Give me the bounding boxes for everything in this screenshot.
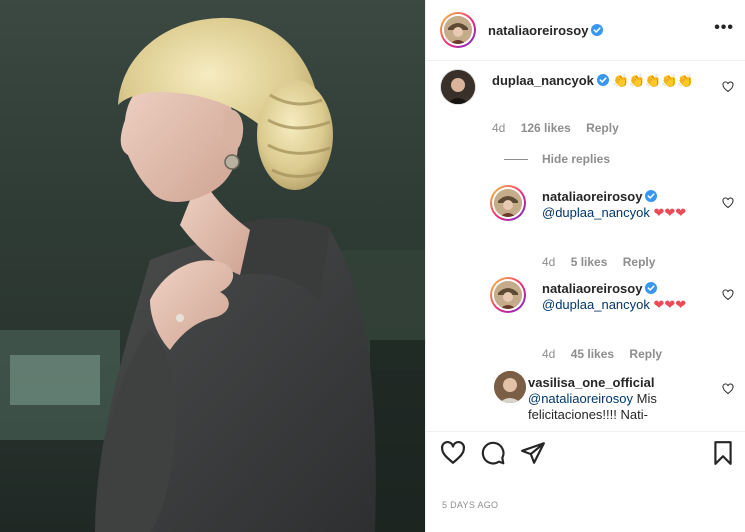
verified-badge-icon xyxy=(645,190,658,202)
comment-likes[interactable]: 126 likes xyxy=(521,121,571,135)
commenter-avatar[interactable] xyxy=(490,277,526,313)
reply-button[interactable]: Reply xyxy=(586,121,619,135)
divider-line xyxy=(504,158,528,160)
post-photo[interactable] xyxy=(0,0,425,532)
commenter-avatar-image xyxy=(494,371,526,403)
comment-username[interactable]: vasilisa_one_official xyxy=(528,375,654,390)
post-timestamp[interactable]: 5 DAYS AGO xyxy=(442,500,498,510)
more-options-button[interactable]: ••• xyxy=(714,20,734,36)
reply-button[interactable]: Reply xyxy=(623,255,656,269)
verified-badge-icon xyxy=(596,74,609,86)
owner-username-text[interactable]: nataliaoreirosoy xyxy=(488,23,588,38)
comment-mention[interactable]: @duplaa_nancyok xyxy=(542,297,650,312)
comment-mention[interactable]: @nataliaoreirosoy xyxy=(528,391,633,406)
commenter-avatar[interactable] xyxy=(494,371,526,403)
comment-age: 4d xyxy=(492,121,506,135)
comment-meta: 4d 5 likes Reply xyxy=(542,255,667,269)
comment-likes[interactable]: 45 likes xyxy=(571,347,614,361)
send-icon[interactable] xyxy=(520,440,546,466)
post-side-panel: nataliaoreirosoy ••• duplaa_nancyok 👏👏👏👏… xyxy=(425,0,745,532)
owner-avatar-image xyxy=(444,16,472,44)
commenter-avatar[interactable] xyxy=(490,185,526,221)
comment-username[interactable]: duplaa_nancyok xyxy=(492,73,594,88)
comment-age: 4d xyxy=(542,255,556,269)
verified-badge-icon xyxy=(645,282,658,294)
heart-icon[interactable] xyxy=(440,440,466,466)
comment-meta: 4d 45 likes Reply xyxy=(542,347,674,361)
comment-mention[interactable]: @duplaa_nancyok xyxy=(542,205,650,220)
comment-username[interactable]: nataliaoreirosoy xyxy=(542,281,642,296)
comments-list[interactable]: duplaa_nancyok 👏👏👏👏👏 4d 126 likes Reply … xyxy=(426,61,745,431)
hide-replies-button[interactable]: Hide replies xyxy=(504,152,610,166)
hide-replies-label[interactable]: Hide replies xyxy=(542,152,610,166)
post-action-bar xyxy=(426,431,745,483)
comment-meta: 4d 126 likes Reply xyxy=(492,121,631,135)
owner-avatar[interactable] xyxy=(440,12,476,48)
comment-likes[interactable]: 5 likes xyxy=(571,255,608,269)
bookmark-icon[interactable] xyxy=(710,440,736,466)
comment-text: ❤❤❤ xyxy=(653,205,687,220)
reply-button[interactable]: Reply xyxy=(629,347,662,361)
like-comment-heart-icon[interactable] xyxy=(722,197,734,209)
verified-badge-icon xyxy=(591,23,604,36)
comment-username[interactable]: nataliaoreirosoy xyxy=(542,189,642,204)
commenter-avatar-image xyxy=(494,189,522,217)
commenter-avatar-image xyxy=(441,70,475,104)
comment-icon[interactable] xyxy=(480,440,506,466)
comment-text: 👏👏👏👏👏 xyxy=(612,73,694,88)
commenter-avatar-image xyxy=(494,281,522,309)
post-header: nataliaoreirosoy ••• xyxy=(426,0,745,61)
comment-text: ❤❤❤ xyxy=(653,297,687,312)
post-photo-illustration xyxy=(0,17,425,532)
commenter-avatar[interactable] xyxy=(440,69,476,105)
like-comment-heart-icon[interactable] xyxy=(722,289,734,301)
like-comment-heart-icon[interactable] xyxy=(722,81,734,93)
comment-age: 4d xyxy=(542,347,556,361)
owner-username[interactable]: nataliaoreirosoy xyxy=(488,23,604,38)
like-comment-heart-icon[interactable] xyxy=(722,383,734,395)
